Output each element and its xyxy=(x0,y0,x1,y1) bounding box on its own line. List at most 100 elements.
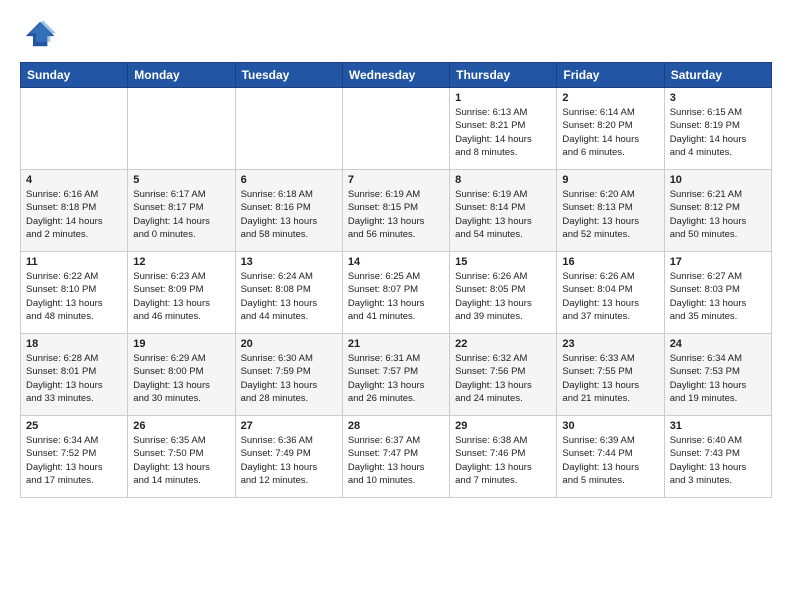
day-info: Sunrise: 6:14 AM Sunset: 8:20 PM Dayligh… xyxy=(562,106,658,159)
day-info: Sunrise: 6:26 AM Sunset: 8:04 PM Dayligh… xyxy=(562,270,658,323)
day-number: 24 xyxy=(670,338,766,350)
calendar-cell: 26 Sunrise: 6:35 AM Sunset: 7:50 PM Dayli… xyxy=(128,416,235,498)
day-number: 26 xyxy=(133,420,229,432)
day-number: 15 xyxy=(455,256,551,268)
calendar-week-2: 4 Sunrise: 6:16 AM Sunset: 8:18 PM Daylig… xyxy=(21,170,772,252)
calendar-cell: 28 Sunrise: 6:37 AM Sunset: 7:47 PM Dayli… xyxy=(342,416,449,498)
calendar-cell: 13Sunrise: 6:24 AM Sunset: 8:08 PM Dayli… xyxy=(235,252,342,334)
calendar-cell: 12 Sunrise: 6:23 AM Sunset: 8:09 PM Dayli… xyxy=(128,252,235,334)
day-number: 4 xyxy=(26,174,122,186)
calendar-cell: 8Sunrise: 6:19 AM Sunset: 8:14 PM Daylig… xyxy=(450,170,557,252)
calendar-week-4: 18 Sunrise: 6:28 AM Sunset: 8:01 PM Dayli… xyxy=(21,334,772,416)
calendar-cell: 30Sunrise: 6:39 AM Sunset: 7:44 PM Dayli… xyxy=(557,416,664,498)
calendar-cell: 22 Sunrise: 6:32 AM Sunset: 7:56 PM Dayli… xyxy=(450,334,557,416)
day-number: 17 xyxy=(670,256,766,268)
day-number: 16 xyxy=(562,256,658,268)
day-info: Sunrise: 6:34 AM Sunset: 7:53 PM Dayligh… xyxy=(670,352,766,405)
day-number: 19 xyxy=(133,338,229,350)
day-header-saturday: Saturday xyxy=(664,63,771,88)
day-number: 3 xyxy=(670,92,766,104)
calendar-cell: 2 Sunrise: 6:14 AM Sunset: 8:20 PM Daylig… xyxy=(557,88,664,170)
day-number: 11 xyxy=(26,256,122,268)
calendar-cell: 21 Sunrise: 6:31 AM Sunset: 7:57 PM Dayli… xyxy=(342,334,449,416)
day-info: Sunrise: 6:13 AM Sunset: 8:21 PM Dayligh… xyxy=(455,106,551,159)
calendar-cell: 24 Sunrise: 6:34 AM Sunset: 7:53 PM Dayli… xyxy=(664,334,771,416)
day-info: Sunrise: 6:40 AM Sunset: 7:43 PM Dayligh… xyxy=(670,434,766,487)
day-info: Sunrise: 6:21 AM Sunset: 8:12 PM Dayligh… xyxy=(670,188,766,241)
day-number: 29 xyxy=(455,420,551,432)
header xyxy=(20,16,772,52)
day-number: 1 xyxy=(455,92,551,104)
day-info: Sunrise: 6:38 AM Sunset: 7:46 PM Dayligh… xyxy=(455,434,551,487)
day-info: Sunrise: 6:22 AM Sunset: 8:10 PM Dayligh… xyxy=(26,270,122,323)
day-number: 27 xyxy=(241,420,337,432)
day-number: 31 xyxy=(670,420,766,432)
day-info: Sunrise: 6:23 AM Sunset: 8:09 PM Dayligh… xyxy=(133,270,229,323)
day-info: Sunrise: 6:33 AM Sunset: 7:55 PM Dayligh… xyxy=(562,352,658,405)
logo xyxy=(20,16,60,52)
day-info: Sunrise: 6:30 AM Sunset: 7:59 PM Dayligh… xyxy=(241,352,337,405)
day-number: 14 xyxy=(348,256,444,268)
day-info: Sunrise: 6:36 AM Sunset: 7:49 PM Dayligh… xyxy=(241,434,337,487)
day-info: Sunrise: 6:35 AM Sunset: 7:50 PM Dayligh… xyxy=(133,434,229,487)
day-header-wednesday: Wednesday xyxy=(342,63,449,88)
calendar-cell: 25 Sunrise: 6:34 AM Sunset: 7:52 PM Dayli… xyxy=(21,416,128,498)
day-info: Sunrise: 6:16 AM Sunset: 8:18 PM Dayligh… xyxy=(26,188,122,241)
day-number: 30 xyxy=(562,420,658,432)
day-header-monday: Monday xyxy=(128,63,235,88)
calendar-cell: 14 Sunrise: 6:25 AM Sunset: 8:07 PM Dayli… xyxy=(342,252,449,334)
calendar-cell xyxy=(342,88,449,170)
calendar-cell: 27 Sunrise: 6:36 AM Sunset: 7:49 PM Dayli… xyxy=(235,416,342,498)
calendar-cell: 31 Sunrise: 6:40 AM Sunset: 7:43 PM Dayli… xyxy=(664,416,771,498)
calendar-cell: 18 Sunrise: 6:28 AM Sunset: 8:01 PM Dayli… xyxy=(21,334,128,416)
day-number: 25 xyxy=(26,420,122,432)
day-info: Sunrise: 6:17 AM Sunset: 8:17 PM Dayligh… xyxy=(133,188,229,241)
calendar-cell xyxy=(235,88,342,170)
day-number: 2 xyxy=(562,92,658,104)
day-header-thursday: Thursday xyxy=(450,63,557,88)
day-info: Sunrise: 6:31 AM Sunset: 7:57 PM Dayligh… xyxy=(348,352,444,405)
day-info: Sunrise: 6:27 AM Sunset: 8:03 PM Dayligh… xyxy=(670,270,766,323)
day-info: Sunrise: 6:37 AM Sunset: 7:47 PM Dayligh… xyxy=(348,434,444,487)
calendar-cell: 16 Sunrise: 6:26 AM Sunset: 8:04 PM Dayli… xyxy=(557,252,664,334)
day-info: Sunrise: 6:19 AM Sunset: 8:14 PM Dayligh… xyxy=(455,188,551,241)
calendar-header-row: SundayMondayTuesdayWednesdayThursdayFrid… xyxy=(21,63,772,88)
day-number: 20 xyxy=(241,338,337,350)
calendar-cell xyxy=(128,88,235,170)
day-info: Sunrise: 6:28 AM Sunset: 8:01 PM Dayligh… xyxy=(26,352,122,405)
day-number: 12 xyxy=(133,256,229,268)
calendar-cell: 5Sunrise: 6:17 AM Sunset: 8:17 PM Daylig… xyxy=(128,170,235,252)
day-info: Sunrise: 6:18 AM Sunset: 8:16 PM Dayligh… xyxy=(241,188,337,241)
calendar-cell: 7Sunrise: 6:19 AM Sunset: 8:15 PM Daylig… xyxy=(342,170,449,252)
day-number: 18 xyxy=(26,338,122,350)
calendar-cell: 4 Sunrise: 6:16 AM Sunset: 8:18 PM Daylig… xyxy=(21,170,128,252)
day-info: Sunrise: 6:29 AM Sunset: 8:00 PM Dayligh… xyxy=(133,352,229,405)
calendar-week-1: 1 Sunrise: 6:13 AM Sunset: 8:21 PM Daylig… xyxy=(21,88,772,170)
day-number: 22 xyxy=(455,338,551,350)
day-info: Sunrise: 6:34 AM Sunset: 7:52 PM Dayligh… xyxy=(26,434,122,487)
day-info: Sunrise: 6:19 AM Sunset: 8:15 PM Dayligh… xyxy=(348,188,444,241)
day-header-friday: Friday xyxy=(557,63,664,88)
day-info: Sunrise: 6:25 AM Sunset: 8:07 PM Dayligh… xyxy=(348,270,444,323)
day-number: 23 xyxy=(562,338,658,350)
logo-icon xyxy=(20,16,56,52)
day-info: Sunrise: 6:15 AM Sunset: 8:19 PM Dayligh… xyxy=(670,106,766,159)
day-number: 10 xyxy=(670,174,766,186)
calendar-cell: 3 Sunrise: 6:15 AM Sunset: 8:19 PM Daylig… xyxy=(664,88,771,170)
day-header-sunday: Sunday xyxy=(21,63,128,88)
calendar-cell: 6Sunrise: 6:18 AM Sunset: 8:16 PM Daylig… xyxy=(235,170,342,252)
day-header-tuesday: Tuesday xyxy=(235,63,342,88)
calendar-cell: 11 Sunrise: 6:22 AM Sunset: 8:10 PM Dayli… xyxy=(21,252,128,334)
calendar-cell: 20 Sunrise: 6:30 AM Sunset: 7:59 PM Dayli… xyxy=(235,334,342,416)
day-number: 28 xyxy=(348,420,444,432)
calendar-week-5: 25 Sunrise: 6:34 AM Sunset: 7:52 PM Dayli… xyxy=(21,416,772,498)
calendar: SundayMondayTuesdayWednesdayThursdayFrid… xyxy=(20,62,772,498)
day-number: 9 xyxy=(562,174,658,186)
day-info: Sunrise: 6:26 AM Sunset: 8:05 PM Dayligh… xyxy=(455,270,551,323)
day-info: Sunrise: 6:32 AM Sunset: 7:56 PM Dayligh… xyxy=(455,352,551,405)
calendar-week-3: 11 Sunrise: 6:22 AM Sunset: 8:10 PM Dayli… xyxy=(21,252,772,334)
page: SundayMondayTuesdayWednesdayThursdayFrid… xyxy=(0,0,792,612)
day-number: 21 xyxy=(348,338,444,350)
calendar-cell: 17 Sunrise: 6:27 AM Sunset: 8:03 PM Dayli… xyxy=(664,252,771,334)
calendar-cell: 19 Sunrise: 6:29 AM Sunset: 8:00 PM Dayli… xyxy=(128,334,235,416)
